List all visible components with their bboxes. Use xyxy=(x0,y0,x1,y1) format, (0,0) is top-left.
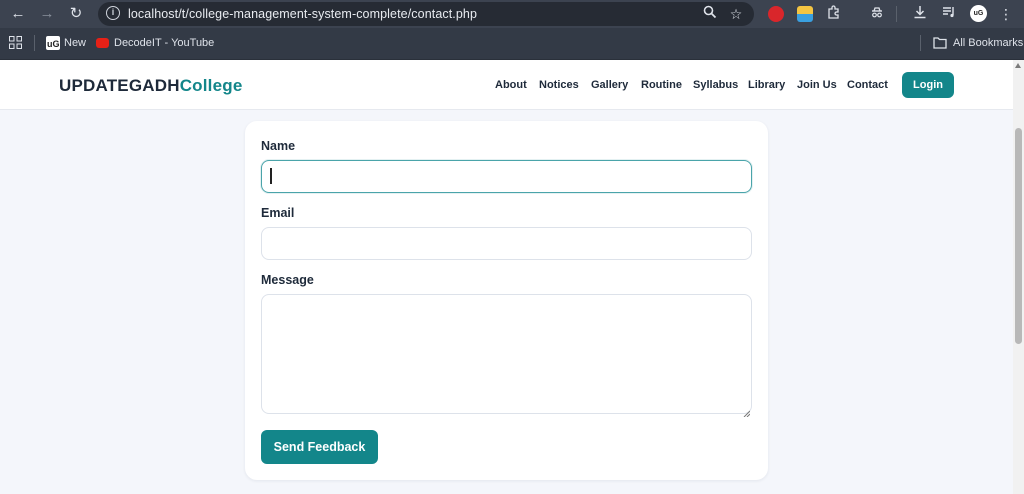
message-label: Message xyxy=(261,273,314,287)
site-info-icon[interactable]: i xyxy=(106,6,120,20)
nav-about[interactable]: About xyxy=(495,79,527,91)
incognito-icon[interactable] xyxy=(868,5,886,23)
folder-icon xyxy=(933,36,947,50)
all-bookmarks[interactable]: All Bookmarks xyxy=(953,37,1023,49)
login-button[interactable]: Login xyxy=(902,72,954,98)
bookmarks-divider xyxy=(34,35,35,51)
site-header: UPDATEGADHCollege About Notices Gallery … xyxy=(0,60,1013,110)
bookmark-star-icon[interactable]: ☆ xyxy=(727,5,745,23)
brand-accent: College xyxy=(179,76,243,95)
email-label: Email xyxy=(261,206,295,220)
menu-kebab-icon[interactable]: ⋮ xyxy=(997,5,1015,23)
extensions-puzzle-icon[interactable] xyxy=(825,5,843,23)
resize-handle-icon[interactable] xyxy=(743,404,751,418)
message-textarea[interactable] xyxy=(261,294,752,414)
toolbar-divider xyxy=(896,6,897,22)
extension-palette-icon[interactable] xyxy=(797,6,813,22)
nav-library[interactable]: Library xyxy=(748,79,785,91)
name-label: Name xyxy=(261,139,296,153)
url-text[interactable]: localhost/t/college-management-system-co… xyxy=(128,7,477,21)
download-icon[interactable] xyxy=(911,5,929,23)
reload-icon[interactable]: ↻ xyxy=(66,4,86,24)
forward-icon[interactable]: → xyxy=(37,4,57,24)
send-feedback-button[interactable]: Send Feedback xyxy=(261,430,378,464)
nav-syllabus[interactable]: Syllabus xyxy=(693,79,738,91)
back-icon[interactable]: ← xyxy=(8,4,28,24)
scroll-up-arrow-icon[interactable] xyxy=(1015,63,1021,68)
svg-text:uG: uG xyxy=(47,39,60,49)
nav-notices[interactable]: Notices xyxy=(539,79,579,91)
youtube-icon xyxy=(96,38,109,48)
nav-contact[interactable]: Contact xyxy=(847,79,888,91)
media-control-icon[interactable] xyxy=(940,5,958,23)
email-input[interactable] xyxy=(261,227,752,260)
apps-grid-icon[interactable] xyxy=(9,36,23,50)
scrollbar-thumb[interactable] xyxy=(1015,128,1022,344)
bookmarks-divider-right xyxy=(920,35,921,51)
brand-main: UPDATEGADH xyxy=(59,76,180,95)
extension-red-icon[interactable] xyxy=(768,6,784,22)
bookmark-new[interactable]: New xyxy=(64,37,86,49)
profile-avatar[interactable]: uG xyxy=(970,5,987,22)
nav-join-us[interactable]: Join Us xyxy=(797,79,837,91)
name-input[interactable] xyxy=(261,160,752,193)
bookmark-decodeit-youtube[interactable]: DecodeIT - YouTube xyxy=(114,37,214,49)
nav-gallery[interactable]: Gallery xyxy=(591,79,628,91)
zoom-icon[interactable] xyxy=(701,5,719,23)
brand-logo[interactable]: UPDATEGADHCollege xyxy=(59,76,243,96)
new-bookmark-favicon-icon: uG xyxy=(46,36,60,50)
nav-routine[interactable]: Routine xyxy=(641,79,682,91)
text-caret xyxy=(270,168,272,184)
